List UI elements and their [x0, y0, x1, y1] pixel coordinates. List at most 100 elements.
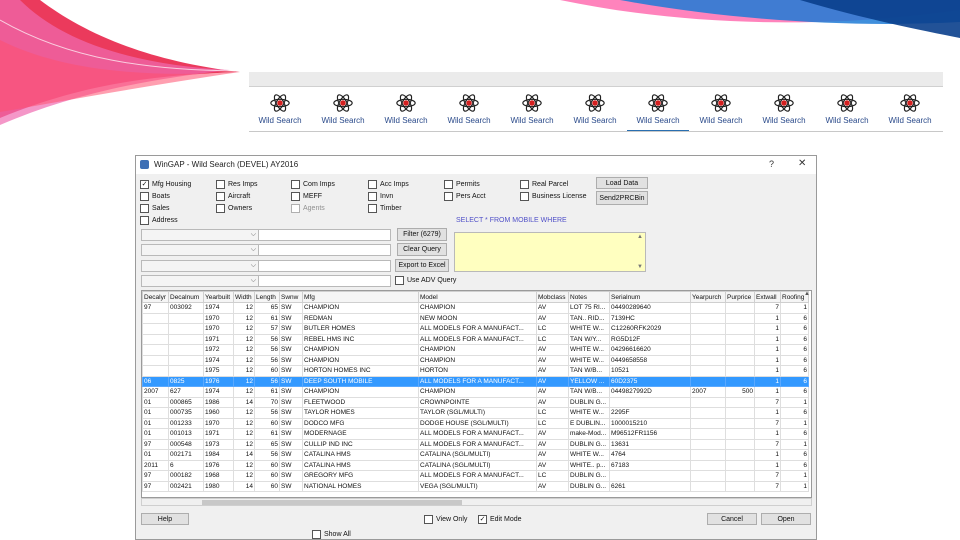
boats-checkbox[interactable]: Boats	[140, 192, 170, 201]
meff-checkbox[interactable]: MEFF	[291, 192, 322, 201]
column-header[interactable]: Extwall	[754, 291, 781, 303]
table-row[interactable]: 01 001013 1971 12 61 SW MODERNAGE ALL MODELS F…	[142, 428, 809, 440]
scrollbar-thumb[interactable]	[202, 500, 462, 505]
query-field-combo-4[interactable]: ⌵	[141, 275, 259, 287]
pers-acct-checkbox[interactable]: Pers Acct	[444, 192, 486, 201]
tab-wild-search[interactable]: Wild Search	[627, 88, 689, 132]
column-header[interactable]: Mfg	[302, 291, 419, 303]
column-header[interactable]: Serialnum	[609, 291, 691, 303]
table-row[interactable]: 1972 12 56 SW CHAMPION CHAMPION AV WHITE W... 04…	[142, 344, 809, 356]
column-header[interactable]: Decalyr	[142, 291, 169, 303]
scroll-down-icon[interactable]: ▼	[637, 264, 643, 270]
table-cell: TAN W/B...	[568, 365, 610, 377]
column-header[interactable]: Model	[418, 291, 537, 303]
column-header[interactable]: Width	[233, 291, 255, 303]
table-row[interactable]: 1971 12 56 SW REBEL HMS INC ALL MODELS FOR A…	[142, 333, 809, 345]
column-header[interactable]: Length	[254, 291, 280, 303]
query-value-input-3[interactable]	[258, 260, 391, 272]
load-data-button[interactable]: Load Data	[596, 177, 648, 189]
acc-imps-checkbox[interactable]: Acc Imps	[368, 180, 409, 189]
invn-checkbox[interactable]: Invn	[368, 192, 393, 201]
column-header[interactable]: Decalnum	[168, 291, 204, 303]
table-cell: SW	[279, 396, 303, 408]
table-cell: SW	[279, 365, 303, 377]
permits-checkbox[interactable]: Permits	[444, 180, 480, 189]
table-cell: 2011	[142, 459, 169, 471]
table-row[interactable]: 1975 12 60 SW HORTON HOMES INC HORTON AV TAN W/…	[142, 365, 809, 377]
table-row[interactable]: 01 000735 1960 12 56 SW TAYLOR HOMES TAYLOR (SG…	[142, 407, 809, 419]
filter-button[interactable]: Filter (6279)	[397, 228, 447, 241]
table-row[interactable]: 97 000182 1968 12 60 SW GREGORY MFG ALL MODELS…	[142, 470, 809, 482]
com-imps-checkbox[interactable]: Com Imps	[291, 180, 335, 189]
real-parcel-checkbox[interactable]: Real Parcel	[520, 180, 568, 189]
table-row[interactable]: 1970 12 57 SW BUTLER HOMES ALL MODELS FOR A …	[142, 323, 809, 335]
owners-checkbox[interactable]: Owners	[216, 204, 252, 213]
table-row[interactable]: 06 0825 1976 12 56 SW DEEP SOUTH MOBILE ALL MO…	[142, 375, 809, 387]
help-button[interactable]: Help	[141, 513, 189, 525]
cancel-button[interactable]: Cancel	[707, 513, 757, 525]
table-row[interactable]: 97 003092 1974 12 65 SW CHAMPION CHAMPION AV LOT …	[142, 302, 809, 314]
table-row[interactable]: 97 002421 1980 14 60 SW NATIONAL HOMES VEGA (SG…	[142, 480, 809, 492]
tab-wild-search[interactable]: Wild Search	[753, 88, 815, 130]
sales-checkbox[interactable]: Sales	[140, 204, 170, 213]
table-row[interactable]: 01 002171 1984 14 56 SW CATALINA HMS CATALINA (…	[142, 449, 809, 461]
table-row[interactable]: 01 001233 1970 12 60 SW DODCO MFG DODGE HOUSE (…	[142, 417, 809, 429]
column-header[interactable]: Mobclass	[536, 291, 569, 303]
table-cell: 1	[754, 428, 781, 440]
chevron-down-icon: ⌵	[250, 231, 256, 238]
edit-mode-checkbox[interactable]: ✓ Edit Mode	[478, 515, 522, 524]
address-checkbox[interactable]: Address	[140, 216, 178, 225]
table-row[interactable]: 1974 12 56 SW CHAMPION CHAMPION AV WHITE W... 04…	[142, 354, 809, 366]
tab-wild-search[interactable]: Wild Search	[564, 88, 626, 130]
tab-wild-search[interactable]: Wild Search	[501, 88, 563, 130]
horizontal-scrollbar[interactable]	[141, 498, 812, 506]
tab-wild-search[interactable]: Wild Search	[879, 88, 941, 130]
scroll-up-icon[interactable]: ▲	[804, 291, 810, 297]
column-header[interactable]: Purprice	[725, 291, 755, 303]
table-row[interactable]: 01 000865 1986 14 70 SW FLEETWOOD CROWNPOINTE AV…	[142, 396, 809, 408]
close-icon[interactable]: ✕	[798, 158, 806, 169]
open-button[interactable]: Open	[761, 513, 811, 525]
tab-wild-search[interactable]: Wild Search	[249, 88, 311, 130]
tab-wild-search[interactable]: Wild Search	[816, 88, 878, 130]
column-header[interactable]: Swnw	[279, 291, 303, 303]
column-header[interactable]: Yearbuilt	[203, 291, 234, 303]
query-field-combo-1[interactable]: ⌵	[141, 229, 259, 241]
use-adv-query-checkbox[interactable]: Use ADV Query	[395, 276, 456, 285]
sql-query-textarea[interactable]: ▲ ▼	[454, 232, 646, 272]
table-cell: 97	[142, 470, 169, 482]
timber-checkbox[interactable]: Timber	[368, 204, 402, 213]
table-row[interactable]: 2011 6 1976 12 60 SW CATALINA HMS CATALINA (SGL…	[142, 459, 809, 471]
table-cell: M96512FR1156	[609, 428, 691, 440]
export-to-excel-button[interactable]: Export to Excel	[395, 259, 449, 272]
column-header[interactable]: Yearpurch	[690, 291, 726, 303]
table-row[interactable]: 2007 627 1974 12 61 SW CHAMPION CHAMPION AV TAN W…	[142, 386, 809, 398]
table-cell: AV	[536, 449, 569, 461]
tab-wild-search[interactable]: Wild Search	[690, 88, 752, 130]
mfg-housing-checkbox[interactable]: ✓ Mfg Housing	[140, 180, 191, 189]
table-row[interactable]: 97 000548 1973 12 65 SW CULLIP IND INC ALL MOD…	[142, 438, 809, 450]
tab-wild-search[interactable]: Wild Search	[438, 88, 500, 130]
tab-wild-search[interactable]: Wild Search	[375, 88, 437, 130]
business-license-checkbox[interactable]: Business License	[520, 192, 586, 201]
tab-wild-search[interactable]: Wild Search	[312, 88, 374, 130]
help-icon[interactable]: ?	[769, 159, 774, 169]
clear-query-button[interactable]: Clear Query	[397, 243, 447, 256]
query-value-input-2[interactable]	[258, 244, 391, 256]
aircraft-checkbox[interactable]: Aircraft	[216, 192, 250, 201]
column-header[interactable]: Notes	[568, 291, 610, 303]
query-value-input-1[interactable]	[258, 229, 391, 241]
res-imps-checkbox[interactable]: Res Imps	[216, 180, 258, 189]
show-all-checkbox[interactable]: Show All	[312, 530, 351, 539]
query-field-combo-2[interactable]: ⌵	[141, 244, 259, 256]
view-only-checkbox[interactable]: View Only	[424, 515, 467, 524]
table-cell: 6261	[609, 480, 691, 492]
table-row[interactable]: 1970 12 61 SW REDMAN NEW MOON AV TAN.. RID... 71…	[142, 312, 809, 324]
query-field-combo-3[interactable]: ⌵	[141, 260, 259, 272]
query-value-input-4[interactable]	[258, 275, 391, 287]
tab-label: Wild Search	[258, 116, 302, 125]
scroll-up-icon[interactable]: ▲	[637, 234, 643, 240]
atom-icon	[458, 92, 480, 114]
results-grid[interactable]: Decalyr Decalnum Yearbuilt Width Length Swnw M…	[141, 290, 812, 498]
send2prcbin-button[interactable]: Send2PRCBin	[596, 191, 648, 205]
